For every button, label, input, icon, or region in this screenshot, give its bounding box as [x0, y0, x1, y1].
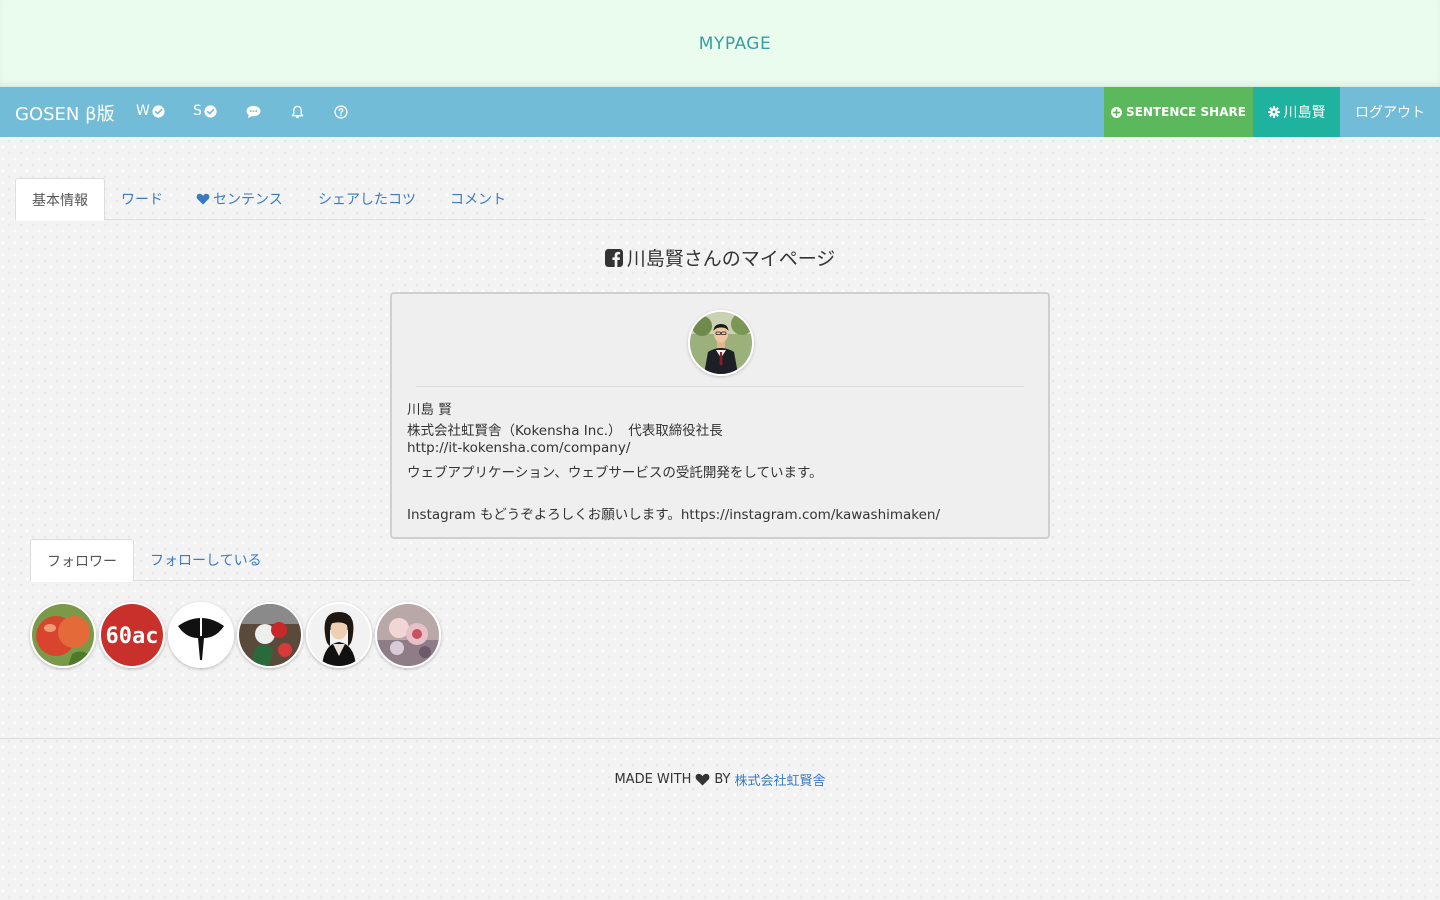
follower-avatar[interactable]	[237, 602, 303, 668]
bio-url: http://it-kokensha.com/company/	[407, 440, 631, 456]
follower-avatar[interactable]	[306, 602, 372, 668]
logout-button[interactable]: ログアウト	[1340, 87, 1440, 137]
heart-icon	[695, 773, 710, 786]
nav-notifications-button[interactable]	[291, 105, 304, 119]
heart-icon	[196, 193, 210, 205]
bio-instagram: Instagram もどうぞよろしくお願いします。https://instagr…	[407, 507, 941, 523]
nav-word-label: W	[136, 103, 150, 119]
top-banner: MYPAGE	[0, 0, 1440, 87]
tab-words[interactable]: ワード	[105, 178, 179, 220]
tab-basic-info[interactable]: 基本情報	[15, 178, 105, 221]
gear-icon	[1267, 106, 1280, 118]
page-banner-title: MYPAGE	[698, 34, 772, 54]
footer-divider	[0, 738, 1440, 739]
tab-basic-info-label: 基本情報	[32, 192, 88, 209]
tab-following-label: フォローしている	[150, 553, 262, 569]
tab-followers-label: フォロワー	[47, 553, 117, 570]
follow-tabs: フォロワー フォローしている	[30, 539, 1410, 582]
user-settings-button[interactable]: 川島賢	[1253, 87, 1340, 137]
tab-words-label: ワード	[121, 192, 163, 208]
user-name-label: 川島賢	[1283, 105, 1326, 121]
sentence-share-button[interactable]: SENTENCE SHARE	[1104, 87, 1253, 137]
follower-logo-text: 60ac	[106, 624, 159, 649]
facebook-square-icon	[604, 248, 623, 267]
footer-company-link[interactable]: 株式会社虹賢舎	[735, 770, 826, 789]
tab-shared-tips[interactable]: シェアしたコツ	[302, 178, 432, 220]
follower-avatar[interactable]	[30, 602, 96, 668]
tab-following[interactable]: フォローしている	[134, 539, 278, 581]
plus-circle-icon	[1111, 106, 1123, 118]
footer-made-with: MADE WITH	[614, 772, 692, 787]
page-title: 川島賢さんのマイページ	[0, 244, 1440, 271]
tab-sentences[interactable]: センテンス	[180, 178, 299, 220]
page-title-text: 川島賢さんのマイページ	[626, 248, 836, 270]
nav-word-button[interactable]: W	[136, 103, 165, 119]
footer-by: BY	[714, 772, 731, 787]
nav-comments-button[interactable]	[246, 105, 261, 119]
bio-company: 株式会社虹賢舎（Kokensha Inc.） 代表取締役社長	[407, 423, 723, 439]
profile-card: 川島 賢 株式会社虹賢舎（Kokensha Inc.） 代表取締役社長 http…	[390, 292, 1050, 539]
follower-avatar[interactable]	[168, 602, 234, 668]
navbar: GOSEN β版 W S SENTENCE SHARE 川島賢 ログアウト	[0, 87, 1440, 137]
profile-avatar	[688, 310, 754, 376]
sentence-share-label: SENTENCE SHARE	[1126, 105, 1246, 119]
nav-sentence-button[interactable]: S	[193, 103, 217, 119]
profile-tabs: 基本情報 ワード センテンス シェアしたコツ コメント	[15, 178, 1425, 221]
nav-help-button[interactable]	[334, 105, 348, 119]
nav-sentence-label: S	[193, 103, 202, 119]
footer: MADE WITH BY 株式会社虹賢舎	[0, 770, 1440, 789]
tab-followers[interactable]: フォロワー	[30, 539, 134, 582]
tab-comments-label: コメント	[450, 192, 506, 208]
tab-comments[interactable]: コメント	[434, 178, 522, 220]
check-circle-icon	[152, 104, 165, 118]
check-circle-icon	[204, 104, 217, 118]
bio-name: 川島 賢	[407, 402, 452, 418]
tab-sentences-label: センテンス	[213, 192, 283, 208]
card-divider	[416, 386, 1024, 387]
question-circle-icon	[334, 105, 348, 119]
bio-description: ウェブアプリケーション、ウェブサービスの受託開発をしています。	[407, 465, 823, 481]
brand-link[interactable]: GOSEN β版	[15, 100, 115, 126]
follower-avatar[interactable]	[375, 602, 441, 668]
comment-icon	[246, 105, 261, 119]
follower-avatar[interactable]: 60ac	[99, 602, 165, 668]
navbar-right: SENTENCE SHARE 川島賢 ログアウト	[1104, 87, 1440, 137]
tab-shared-tips-label: シェアしたコツ	[318, 192, 416, 208]
bell-icon	[291, 105, 304, 119]
